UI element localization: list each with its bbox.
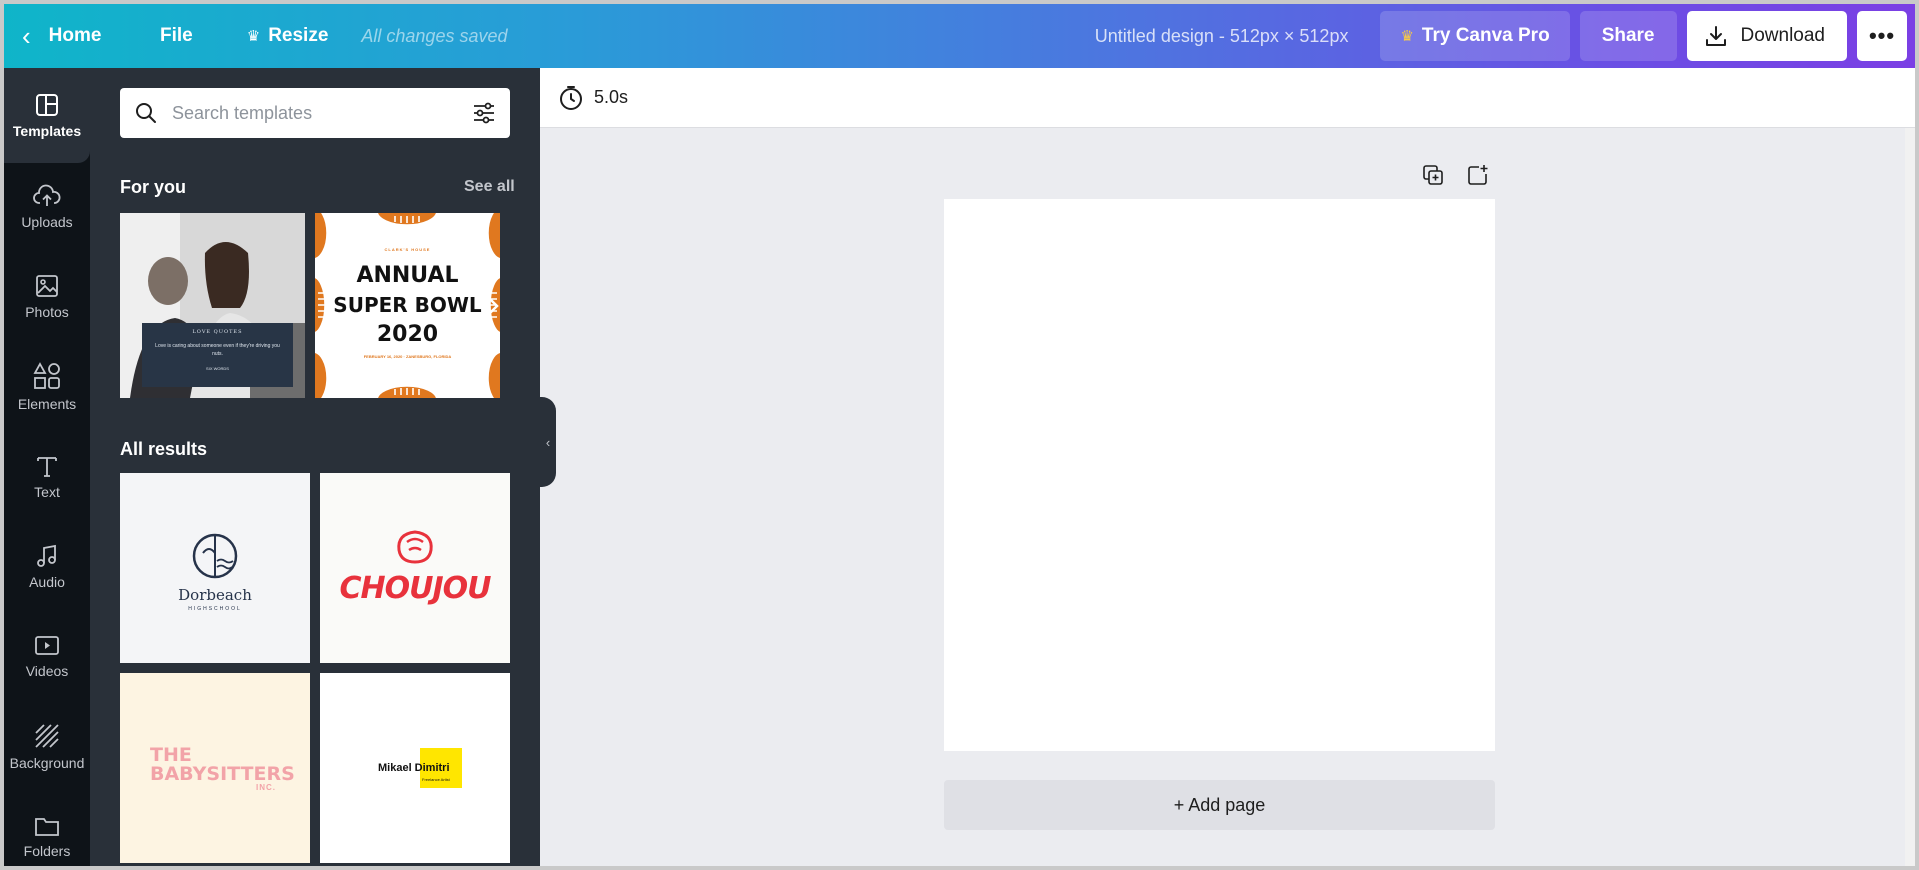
search-icon (136, 103, 156, 123)
dorbeach-name: Dorbeach (178, 586, 252, 604)
try-pro-label: Try Canva Pro (1421, 25, 1550, 46)
template-card-choujou[interactable]: CHOUJOU (320, 473, 510, 663)
template-search-box[interactable]: Search templates (120, 88, 510, 138)
page-duration[interactable]: 5.0s (594, 87, 628, 108)
rail-item-folders[interactable]: Folders (4, 793, 90, 866)
rail-label: Text (34, 484, 60, 500)
super-bowl-headline-1: ANNUAL (356, 263, 459, 288)
share-label: Share (1601, 25, 1655, 46)
chevron-right-icon (487, 296, 499, 316)
editor-toolbar: 5.0s (540, 68, 1915, 128)
rail-label: Templates (12, 122, 82, 139)
super-bowl-detail: FEBRUARY 16, 2020 · ZANESBURG, FLORIDA (363, 354, 452, 359)
download-label: Download (1740, 25, 1826, 46)
template-card-babysitters[interactable]: THE BABYSITTERS INC. (120, 673, 310, 863)
side-navigation: Templates Uploads Photos Elements Text A… (4, 68, 90, 866)
crown-icon: ♛ (246, 28, 261, 45)
love-quotes-heading: LOVE QUOTES (192, 329, 243, 335)
babysitters-sub: INC. (256, 783, 276, 792)
rail-label: Audio (29, 574, 65, 590)
crown-icon: ♛ (1400, 28, 1414, 45)
download-button[interactable]: Download (1686, 11, 1847, 61)
rail-item-uploads[interactable]: Uploads (4, 163, 90, 251)
rail-item-background[interactable]: Background (4, 703, 90, 791)
search-input[interactable]: Search templates (172, 103, 472, 124)
template-card-love-quotes[interactable]: LOVE QUOTES Love is caring about someone… (120, 213, 305, 398)
try-canva-pro-button[interactable]: ♛ Try Canva Pro (1380, 11, 1570, 61)
rail-label: Uploads (21, 214, 73, 230)
video-icon (35, 636, 59, 655)
rail-label: Videos (25, 663, 69, 679)
love-quotes-caption-box: LOVE QUOTES Love is caring about someone… (142, 323, 293, 387)
rail-label: Background (9, 755, 85, 771)
duplicate-page-icon (1423, 165, 1443, 185)
add-page-button[interactable]: + Add page (944, 780, 1495, 830)
add-page-icon (1468, 165, 1488, 185)
choujou-name: CHOUJOU (339, 571, 491, 606)
design-title[interactable]: Untitled design - 512px × 512px (1095, 26, 1349, 47)
filter-sliders-icon[interactable] (472, 101, 496, 125)
rail-label: Elements (17, 396, 77, 412)
rail-item-photos[interactable]: Photos (4, 253, 90, 341)
share-button[interactable]: Share (1579, 11, 1677, 61)
home-label: Home (48, 25, 102, 46)
super-bowl-kicker: CLARK'S HOUSE (384, 247, 431, 252)
resize-label: Resize (268, 25, 329, 46)
resize-button[interactable]: ♛ Resize (247, 4, 329, 68)
rail-label: Folders (23, 843, 71, 859)
home-button[interactable]: ‹ Home (4, 4, 127, 68)
rail-item-audio[interactable]: Audio (4, 523, 90, 611)
love-quotes-text: Love is caring about someone even if the… (155, 343, 280, 357)
mikael-name: Mikael Dimitri (378, 762, 450, 774)
file-label: File (160, 25, 193, 46)
rail-item-text[interactable]: Text (4, 433, 90, 521)
add-new-page-button[interactable] (1467, 164, 1489, 191)
background-pattern-icon (35, 724, 59, 748)
chevron-left-icon: ‹ (545, 434, 551, 450)
dorbeach-sub: HIGHSCHOOL (188, 606, 242, 612)
templates-icon (36, 93, 58, 116)
text-icon (37, 457, 57, 477)
rail-item-elements[interactable]: Elements (4, 343, 90, 431)
collapse-panel-button[interactable]: ‹ (540, 397, 556, 487)
shapes-icon (33, 362, 60, 389)
for-you-heading: For you (120, 177, 186, 197)
top-bar: ‹ Home File ♛ Resize All changes saved U… (4, 4, 1915, 68)
templates-panel: Search templates For you See all LOVE QU… (90, 68, 540, 866)
all-results-heading: All results (120, 439, 208, 459)
super-bowl-headline-2: SUPER BOWL (333, 293, 482, 317)
template-card-mikael-dimitri[interactable]: Mikael Dimitri Freelance Artist (320, 673, 510, 863)
mikael-sub: Freelance Artist (422, 777, 450, 782)
music-note-icon (37, 544, 56, 567)
rail-item-videos[interactable]: Videos (4, 613, 90, 701)
upload-cloud-icon (33, 184, 61, 206)
love-quotes-author: SIX WORDS (206, 366, 229, 371)
canva-editor: ‹ Home File ♛ Resize All changes saved U… (4, 4, 1915, 866)
super-bowl-headline-3: 2020 (376, 322, 439, 347)
chevron-left-icon: ‹ (22, 21, 31, 51)
more-dots-icon: ••• (1868, 23, 1896, 48)
carousel-next-button[interactable] (483, 291, 500, 321)
dorbeach-logo-icon (192, 533, 238, 579)
rail-item-templates[interactable]: Templates (4, 68, 90, 163)
folder-icon (35, 818, 59, 836)
more-options-button[interactable]: ••• (1857, 11, 1907, 61)
editor-scrollbar[interactable] (1905, 128, 1915, 866)
design-canvas[interactable] (944, 199, 1495, 751)
babysitters-name: THE BABYSITTERS (150, 744, 295, 785)
file-menu-button[interactable]: File (160, 4, 193, 68)
template-card-dorbeach[interactable]: Dorbeach HIGHSCHOOL (120, 473, 310, 663)
choujou-bun-icon (397, 530, 433, 564)
photo-icon (36, 275, 58, 297)
save-status: All changes saved (361, 25, 508, 46)
rail-label: Photos (25, 304, 69, 320)
download-icon (1705, 26, 1726, 46)
timer-icon[interactable] (558, 85, 584, 111)
see-all-link[interactable]: See all (464, 178, 515, 196)
duplicate-page-button[interactable] (1422, 164, 1444, 191)
template-card-super-bowl[interactable]: CLARK'S HOUSE ANNUAL SUPER BOWL 2020 FEB… (315, 213, 500, 398)
